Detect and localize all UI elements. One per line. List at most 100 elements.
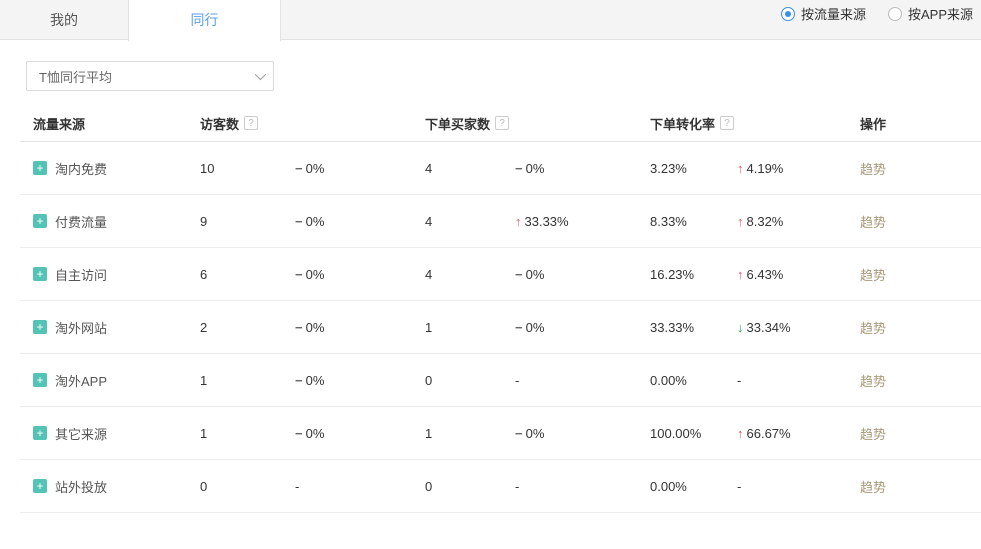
action-cell: 趋势 xyxy=(860,318,981,337)
expand-plus-icon[interactable]: + xyxy=(33,426,47,440)
visitors-change: −0% xyxy=(295,373,425,388)
change-value: 0% xyxy=(526,320,545,335)
radio-by-app-source[interactable]: 按APP来源 xyxy=(888,4,973,23)
conversion-value: 8.33% xyxy=(650,214,737,229)
change-value: 0% xyxy=(306,320,325,335)
visitors-change: −0% xyxy=(295,426,425,441)
table-header-row: 流量来源 访客数 ? 下单买家数 ? 下单转化率 ? 操作 xyxy=(20,105,981,142)
source-cell: + 自主访问 xyxy=(20,265,200,284)
buyers-value: 1 xyxy=(425,426,515,441)
trend-link[interactable]: 趋势 xyxy=(860,268,886,283)
header-visitors-label: 访客数 xyxy=(200,114,239,133)
change-direction-icon: − xyxy=(295,373,303,388)
trend-link[interactable]: 趋势 xyxy=(860,480,886,495)
radio-selected-icon xyxy=(781,7,795,21)
expand-plus-icon[interactable]: + xyxy=(33,161,47,175)
change-direction-icon: − xyxy=(295,320,303,335)
change-direction-icon: − xyxy=(295,214,303,229)
buyers-value: 0 xyxy=(425,479,515,494)
peer-average-dropdown[interactable]: T恤同行平均 xyxy=(26,61,274,91)
source-cell: + 站外投放 xyxy=(20,477,200,496)
expand-plus-icon[interactable]: + xyxy=(33,479,47,493)
change-value: - xyxy=(737,479,741,494)
trend-link[interactable]: 趋势 xyxy=(860,427,886,442)
visitors-value: 1 xyxy=(200,373,295,388)
change-value: 0% xyxy=(306,373,325,388)
change-value: - xyxy=(515,479,519,494)
change-value: - xyxy=(737,373,741,388)
visitors-value: 10 xyxy=(200,161,295,176)
conversion-value: 3.23% xyxy=(650,161,737,176)
change-value: 33.34% xyxy=(747,320,791,335)
change-direction-icon: ↑ xyxy=(737,267,744,282)
action-cell: 趋势 xyxy=(860,159,981,178)
tab-peers[interactable]: 同行 xyxy=(128,0,281,41)
action-cell: 趋势 xyxy=(860,265,981,284)
change-value: 0% xyxy=(306,214,325,229)
source-cell: + 其它来源 xyxy=(20,424,200,443)
conversion-change: - xyxy=(737,373,860,388)
visitors-change: −0% xyxy=(295,267,425,282)
buyers-value: 0 xyxy=(425,373,515,388)
expand-plus-icon[interactable]: + xyxy=(33,320,47,334)
buyers-change: −0% xyxy=(515,426,650,441)
tab-bar: 我的 同行 按流量来源 按APP来源 xyxy=(0,0,981,40)
traffic-source-name: 淘内免费 xyxy=(55,159,107,178)
action-cell: 趋势 xyxy=(860,424,981,443)
buyers-change: ↑33.33% xyxy=(515,214,650,229)
table-row: + 淘外网站 2 −0% 1 −0% 33.33% ↓33.34% 趋势 xyxy=(20,301,981,354)
change-value: 0% xyxy=(526,267,545,282)
header-source: 流量来源 xyxy=(20,114,200,133)
change-value: 33.33% xyxy=(525,214,569,229)
table-row: + 付费流量 9 −0% 4 ↑33.33% 8.33% ↑8.32% 趋势 xyxy=(20,195,981,248)
change-value: - xyxy=(515,373,519,388)
visitors-value: 2 xyxy=(200,320,295,335)
table-row: + 淘内免费 10 −0% 4 −0% 3.23% ↑4.19% 趋势 xyxy=(20,142,981,195)
visitors-value: 1 xyxy=(200,426,295,441)
tab-mine[interactable]: 我的 xyxy=(0,0,128,40)
conversion-change: ↑66.67% xyxy=(737,426,860,441)
buyers-change: - xyxy=(515,373,650,388)
header-action: 操作 xyxy=(860,114,981,133)
source-mode-radio-group: 按流量来源 按APP来源 xyxy=(759,4,973,23)
source-cell: + 淘外网站 xyxy=(20,318,200,337)
expand-plus-icon[interactable]: + xyxy=(33,373,47,387)
buyers-value: 4 xyxy=(425,214,515,229)
source-cell: + 淘内免费 xyxy=(20,159,200,178)
help-icon[interactable]: ? xyxy=(720,116,734,130)
help-icon[interactable]: ? xyxy=(244,116,258,130)
conversion-value: 0.00% xyxy=(650,479,737,494)
source-cell: + 付费流量 xyxy=(20,212,200,231)
change-value: 0% xyxy=(306,426,325,441)
header-buyers-label: 下单买家数 xyxy=(425,114,490,133)
change-direction-icon: − xyxy=(295,267,303,282)
change-value: 6.43% xyxy=(747,267,784,282)
radio-label: 按APP来源 xyxy=(908,4,973,23)
conversion-change: - xyxy=(737,479,860,494)
change-value: 66.67% xyxy=(747,426,791,441)
change-direction-icon: − xyxy=(515,161,523,176)
help-icon[interactable]: ? xyxy=(495,116,509,130)
visitors-change: - xyxy=(295,479,425,494)
change-direction-icon: − xyxy=(295,426,303,441)
change-direction-icon: − xyxy=(515,320,523,335)
trend-link[interactable]: 趋势 xyxy=(860,374,886,389)
header-buyers: 下单买家数 ? xyxy=(425,114,515,133)
traffic-source-name: 其它来源 xyxy=(55,424,107,443)
trend-link[interactable]: 趋势 xyxy=(860,215,886,230)
action-cell: 趋势 xyxy=(860,371,981,390)
change-direction-icon: − xyxy=(515,267,523,282)
change-direction-icon: ↑ xyxy=(737,161,744,176)
expand-plus-icon[interactable]: + xyxy=(33,214,47,228)
trend-link[interactable]: 趋势 xyxy=(860,162,886,177)
change-direction-icon: ↓ xyxy=(737,320,744,335)
conversion-change: ↑8.32% xyxy=(737,214,860,229)
expand-plus-icon[interactable]: + xyxy=(33,267,47,281)
change-value: 0% xyxy=(526,426,545,441)
table-row: + 站外投放 0 - 0 - 0.00% - 趋势 xyxy=(20,460,981,513)
buyers-value: 1 xyxy=(425,320,515,335)
conversion-value: 16.23% xyxy=(650,267,737,282)
change-value: 0% xyxy=(526,161,545,176)
trend-link[interactable]: 趋势 xyxy=(860,321,886,336)
radio-by-traffic-source[interactable]: 按流量来源 xyxy=(781,4,866,23)
